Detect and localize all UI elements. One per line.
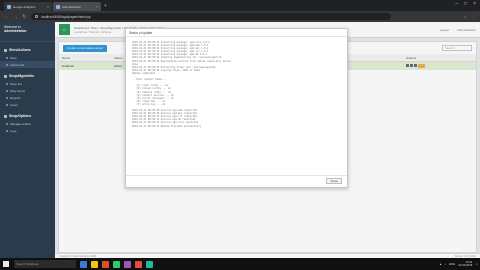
minimize-icon[interactable]: – (455, 1, 458, 7)
maximize-icon[interactable]: □ (464, 1, 467, 7)
address-bar[interactable]: localhost:8080/sgd/pages/index.jsp (31, 13, 391, 20)
taskbar-app-icon[interactable] (135, 260, 142, 268)
log-line: 2016-01-21 09:30:32 Update finished succ… (132, 124, 202, 128)
os-taskbar: Search Windows ▲ ♪ ENG 10:31 21/01/2016 … (0, 258, 480, 270)
back-icon[interactable]: ← (4, 14, 9, 20)
update-log: 2016-01-21 09:30:21 Installing package: … (132, 41, 337, 171)
taskbar-apps (80, 260, 153, 268)
tab-close-icon[interactable]: × (96, 5, 98, 9)
tab-close-icon[interactable]: × (47, 5, 49, 9)
address-url: localhost:8080/sgd/pages/index.jsp (41, 14, 91, 19)
update-status-modal: Status of update 2016-01-21 09:30:21 Ins… (125, 28, 348, 188)
taskbar-app-icon[interactable] (91, 260, 98, 268)
network-icon[interactable]: ▲ (439, 262, 442, 266)
tab-favicon-icon (7, 4, 11, 9)
taskbar-app-icon[interactable] (113, 260, 120, 268)
tab-favicon-icon (56, 4, 60, 9)
toolbar-right: ☆ ⋮ (463, 14, 476, 19)
taskbar-app-icon[interactable] (80, 260, 87, 268)
modal-title: Status of update (129, 30, 153, 35)
tab-title: Administration (62, 4, 82, 9)
window-close-icon[interactable]: × (473, 1, 476, 7)
windows-start-icon[interactable] (2, 260, 10, 268)
window-controls: – □ × (455, 1, 476, 7)
new-tab-icon[interactable]: + (104, 3, 107, 9)
volume-icon[interactable]: ♪ (445, 262, 446, 266)
taskbar-app-icon[interactable] (124, 260, 131, 268)
menu-icon[interactable]: ⋮ (472, 14, 476, 19)
browser-tab-1[interactable]: Google Analytics × (4, 2, 52, 11)
reload-icon[interactable]: ↻ (22, 14, 27, 20)
browser-toolbar: ← → ↻ localhost:8080/sgd/pages/index.jsp… (0, 11, 480, 22)
taskbar-search-input[interactable]: Search Windows (14, 260, 76, 268)
modal-footer: Close (126, 175, 347, 187)
modal-header: Status of update (126, 29, 347, 37)
browser-tabstrip: Google Analytics × Administration × + – … (0, 0, 480, 11)
tab-title: Google Analytics (13, 4, 36, 9)
info-icon (35, 15, 38, 18)
forward-icon[interactable]: → (13, 14, 18, 20)
close-button[interactable]: Close (326, 178, 342, 184)
taskbar-app-icon[interactable] (102, 260, 109, 268)
browser-tab-2[interactable]: Administration × (53, 2, 101, 11)
star-icon[interactable]: ☆ (463, 14, 467, 19)
system-tray: ▲ ♪ ENG 10:31 21/01/2016 ▭ (439, 260, 478, 267)
notifications-icon[interactable]: ▭ (475, 262, 478, 266)
taskbar-app-icon[interactable] (146, 260, 153, 268)
clock-date: 21/01/2016 (458, 263, 473, 267)
language-indicator[interactable]: ENG (449, 262, 455, 266)
clock[interactable]: 10:31 21/01/2016 (458, 260, 473, 267)
